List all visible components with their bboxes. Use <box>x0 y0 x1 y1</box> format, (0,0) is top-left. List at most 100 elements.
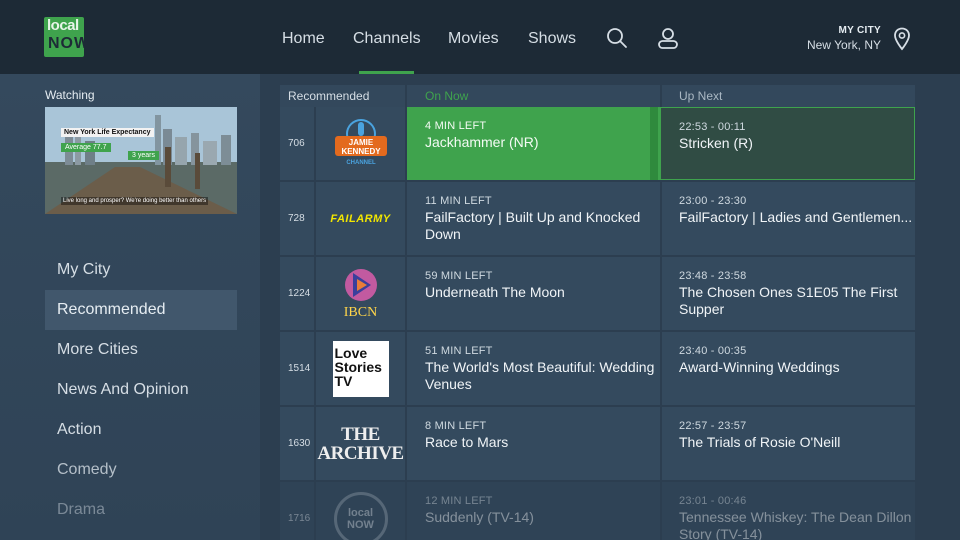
ibcn-logo: IBCN <box>343 267 379 321</box>
time-range: 23:48 - 23:58 <box>679 270 747 282</box>
guide-row: 706 JAMIE KENNEDY CHANNEL 4 MIN LEFT Jac… <box>280 107 915 180</box>
program-title: FailFactory | Built Up and Knocked Down <box>425 209 641 242</box>
preview-title: New York Life Expectancy <box>61 128 154 137</box>
channel-logo-failarmy[interactable]: FAILARMY <box>316 182 405 255</box>
guide-row: 1716 local NOW 12 MIN LEFT Suddenly (TV-… <box>280 482 915 540</box>
guide-row: 728 FAILARMY 11 MIN LEFT FailFactory | B… <box>280 182 915 255</box>
ibcn-logo-text: IBCN <box>343 304 378 320</box>
user-icon[interactable] <box>656 26 680 50</box>
ln-logo-line1: local <box>347 506 374 519</box>
my-city-selector[interactable]: MY CITY New York, NY <box>807 25 881 52</box>
time-left: 51 MIN LEFT <box>425 345 493 357</box>
channel-logo-jamie-kennedy[interactable]: JAMIE KENNEDY CHANNEL <box>316 107 405 180</box>
nav-active-underline <box>359 71 414 74</box>
up-next-program[interactable]: 22:53 - 00:11 Stricken (R) <box>660 107 915 180</box>
channel-number: 1224 <box>280 257 314 330</box>
local-now-logo[interactable]: local NOW <box>44 17 84 57</box>
watching-label: Watching <box>45 88 95 102</box>
time-left: 8 MIN LEFT <box>425 420 487 432</box>
category-drama[interactable]: Drama <box>45 490 237 530</box>
category-my-city[interactable]: My City <box>45 250 237 290</box>
location-pin-icon[interactable] <box>893 27 911 51</box>
program-title: Underneath The Moon <box>425 284 565 300</box>
header-recommended: Recommended <box>280 85 405 107</box>
ls-line2: Stories <box>334 358 382 375</box>
category-action[interactable]: Action <box>45 410 237 450</box>
preview-years: 3 years <box>128 151 159 160</box>
time-left: 4 MIN LEFT <box>425 120 487 132</box>
channel-number: 706 <box>280 107 314 180</box>
program-title: Jackhammer (NR) <box>425 134 539 150</box>
up-next-program[interactable]: 23:48 - 23:58 The Chosen Ones S1E05 The … <box>662 257 915 330</box>
header-up-next: Up Next <box>662 85 915 107</box>
time-range: 23:00 - 23:30 <box>679 195 747 207</box>
category-news-and-opinion[interactable]: News And Opinion <box>45 370 237 410</box>
up-next-program[interactable]: 22:57 - 23:57 The Trials of Rosie O'Neil… <box>662 407 915 480</box>
channel-logo-local-now[interactable]: local NOW <box>316 482 405 540</box>
channel-logo-love-stories[interactable]: Love Stories TV <box>316 332 405 405</box>
up-next-program[interactable]: 23:00 - 23:30 FailFactory | Ladies and G… <box>662 182 915 255</box>
category-more-cities[interactable]: More Cities <box>45 330 237 370</box>
time-left: 11 MIN LEFT <box>425 195 492 207</box>
search-icon[interactable] <box>606 27 628 49</box>
program-title: The Chosen Ones S1E05 The First Supper <box>679 284 898 317</box>
time-range: 22:53 - 00:11 <box>679 121 746 133</box>
nav-movies[interactable]: Movies <box>448 30 499 48</box>
love-stories-logo: Love Stories TV <box>332 340 389 397</box>
program-title: The Trials of Rosie O'Neill <box>679 434 841 450</box>
program-title: Race to Mars <box>425 434 509 450</box>
my-city-label: MY CITY <box>838 25 881 36</box>
channel-logo-the-archive[interactable]: THE ARCHIVE <box>316 407 405 480</box>
program-title: Suddenly (TV-14) <box>425 509 534 525</box>
nav-shows[interactable]: Shows <box>528 30 576 48</box>
failarmy-logo: FAILARMY <box>330 212 391 225</box>
on-now-program-selected[interactable]: 4 MIN LEFT Jackhammer (NR) <box>407 107 660 180</box>
channel-number: 1630 <box>280 407 314 480</box>
watching-preview[interactable]: New York Life Expectancy Average 77.7 3 … <box>45 107 237 214</box>
on-now-program[interactable]: 8 MIN LEFT Race to Mars <box>407 407 660 480</box>
ln-logo-line2: NOW <box>347 518 374 531</box>
guide-row: 1630 THE ARCHIVE 8 MIN LEFT Race to Mars… <box>280 407 915 480</box>
channel-logo-ibcn[interactable]: IBCN <box>316 257 405 330</box>
category-comedy[interactable]: Comedy <box>45 450 237 490</box>
ls-line3: TV <box>334 372 353 389</box>
on-now-program[interactable]: 59 MIN LEFT Underneath The Moon <box>407 257 660 330</box>
nav-home[interactable]: Home <box>282 30 325 48</box>
nav-channels[interactable]: Channels <box>353 30 421 48</box>
time-range: 22:57 - 23:57 <box>679 420 747 432</box>
the-archive-logo: THE ARCHIVE <box>317 423 404 464</box>
up-next-program[interactable]: 23:40 - 00:35 Award-Winning Weddings <box>662 332 915 405</box>
program-title: Stricken (R) <box>679 135 753 151</box>
on-now-program[interactable]: 51 MIN LEFT The World's Most Beautiful: … <box>407 332 660 405</box>
program-title: Award-Winning Weddings <box>679 359 840 375</box>
program-title: The World's Most Beautiful: Wedding Venu… <box>425 359 655 392</box>
top-header: local NOW Home Channels Movies Shows MY … <box>0 0 960 74</box>
jk-logo-line1: JAMIE <box>348 138 373 147</box>
header-on-now: On Now <box>407 85 660 107</box>
program-title: Tennessee Whiskey: The Dean Dillon Story… <box>679 509 912 540</box>
jk-logo-line2: KENNEDY <box>341 147 381 156</box>
on-now-program[interactable]: 11 MIN LEFT FailFactory | Built Up and K… <box>407 182 660 255</box>
channel-number: 728 <box>280 182 314 255</box>
time-left: 59 MIN LEFT <box>425 270 493 282</box>
preview-average: Average 77.7 <box>61 143 111 152</box>
program-title: FailFactory | Ladies and Gentlemen... <box>679 209 913 225</box>
guide-row: 1224 IBCN 59 MIN LEFT Underneath The Moo… <box>280 257 915 330</box>
channel-number: 1514 <box>280 332 314 405</box>
progress-divider <box>650 107 658 180</box>
logo-text-top: local <box>47 17 79 34</box>
logo-text-bottom: NOW <box>48 35 84 52</box>
local-now-channel-logo: local NOW <box>333 491 388 540</box>
channel-number: 1716 <box>280 482 314 540</box>
time-left: 12 MIN LEFT <box>425 495 493 507</box>
archive-line1: THE <box>341 423 380 445</box>
guide-row: 1514 Love Stories TV 51 MIN LEFT The Wor… <box>280 332 915 405</box>
archive-line2: ARCHIVE <box>317 442 404 464</box>
category-recommended[interactable]: Recommended <box>45 290 237 330</box>
on-now-program[interactable]: 12 MIN LEFT Suddenly (TV-14) <box>407 482 660 540</box>
jamie-kennedy-logo: JAMIE KENNEDY CHANNEL <box>334 118 387 166</box>
jk-logo-line3: CHANNEL <box>346 160 376 166</box>
left-panel: Watching New York Life Expectancy Averag… <box>0 74 260 540</box>
up-next-program[interactable]: 23:01 - 00:46 Tennessee Whiskey: The Dea… <box>662 482 915 540</box>
time-range: 23:40 - 00:35 <box>679 345 747 357</box>
